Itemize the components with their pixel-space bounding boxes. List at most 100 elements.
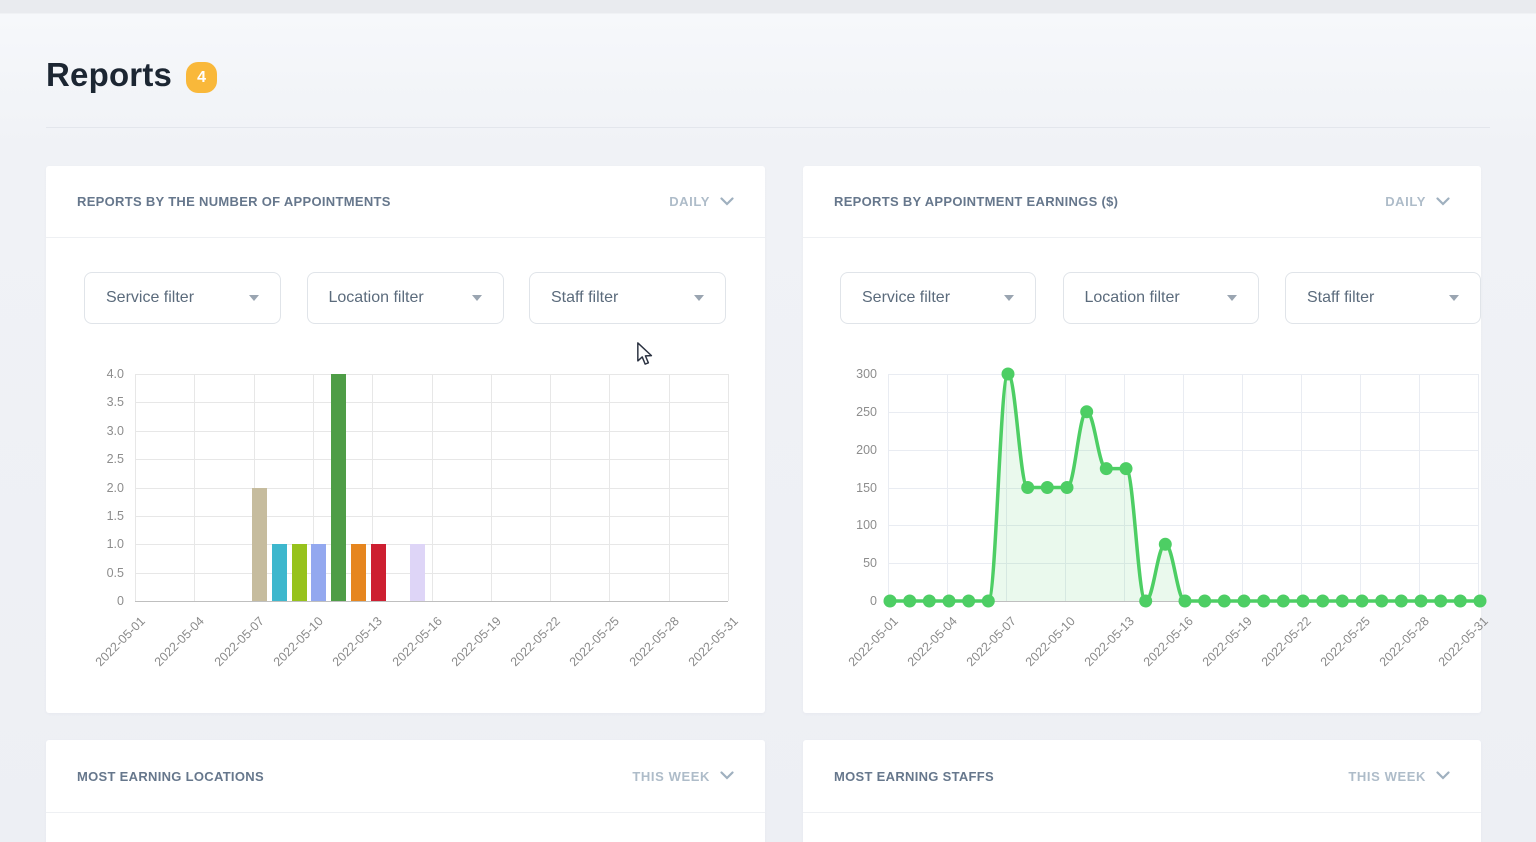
data-point: [1061, 481, 1074, 494]
gridline-vertical: [1419, 374, 1420, 601]
caret-down-icon: [694, 295, 704, 301]
staffs-card: MOST EARNING STAFFS THIS WEEK: [803, 740, 1481, 842]
appointments-filters: Service filter Location filter Staff fil…: [46, 272, 765, 324]
gridline-vertical: [1478, 374, 1479, 601]
earnings-range-dropdown[interactable]: DAILY: [1385, 193, 1450, 211]
caret-down-icon: [472, 295, 482, 301]
data-point: [943, 595, 956, 608]
chevron-down-icon: [720, 767, 734, 785]
data-point: [1198, 595, 1211, 608]
caret-down-icon: [1004, 295, 1014, 301]
data-point: [1179, 595, 1192, 608]
gridline-vertical: [1183, 374, 1184, 601]
data-point: [1434, 595, 1447, 608]
service-filter-dropdown[interactable]: Service filter: [84, 272, 281, 324]
bar: [410, 544, 425, 601]
y-axis-label: 100: [803, 517, 877, 533]
locations-range-label: THIS WEEK: [632, 769, 710, 784]
line-chart-canvas: [803, 364, 1103, 514]
data-point: [1120, 462, 1133, 475]
service-filter-dropdown[interactable]: Service filter: [840, 272, 1036, 324]
locations-card: MOST EARNING LOCATIONS THIS WEEK: [46, 740, 765, 842]
gridline-vertical: [1242, 374, 1243, 601]
service-filter-label: Service filter: [862, 289, 950, 307]
caret-down-icon: [1227, 295, 1237, 301]
bar: [272, 544, 287, 601]
bar: [311, 544, 326, 601]
bar: [371, 544, 386, 601]
data-point: [923, 595, 936, 608]
x-axis-line: [135, 601, 728, 602]
y-axis-label: 2.0: [46, 480, 124, 496]
appointments-range-label: DAILY: [669, 194, 710, 209]
staff-filter-label: Staff filter: [1307, 289, 1374, 307]
data-point: [1454, 595, 1467, 608]
data-point: [1336, 595, 1349, 608]
earnings-filters: Service filter Location filter Staff fil…: [803, 272, 1481, 324]
mouse-cursor: [636, 342, 653, 371]
gridline-vertical: [1301, 374, 1302, 601]
y-axis-label: 2.5: [46, 451, 124, 467]
earnings-line-chart: 3002502001501005002022-05-012022-05-0420…: [803, 364, 1481, 684]
data-point: [1297, 595, 1310, 608]
locations-card-header: MOST EARNING LOCATIONS THIS WEEK: [46, 740, 765, 813]
bar: [292, 544, 307, 601]
earnings-card: REPORTS BY APPOINTMENT EARNINGS ($) DAIL…: [803, 166, 1481, 713]
chevron-down-icon: [1436, 193, 1450, 211]
gridline-vertical: [491, 374, 492, 601]
data-point: [1080, 405, 1093, 418]
bar: [252, 488, 267, 602]
staffs-range-dropdown[interactable]: THIS WEEK: [1348, 767, 1450, 785]
appointments-range-dropdown[interactable]: DAILY: [669, 193, 734, 211]
appointments-card-header: REPORTS BY THE NUMBER OF APPOINTMENTS DA…: [46, 166, 765, 238]
y-axis-label: 3.0: [46, 423, 124, 439]
data-point: [1139, 595, 1152, 608]
data-point: [1218, 595, 1231, 608]
data-point: [1316, 595, 1329, 608]
data-point: [1277, 595, 1290, 608]
data-point: [1002, 368, 1015, 381]
gridline-vertical: [135, 374, 136, 601]
page-title: Reports: [46, 56, 172, 94]
staff-filter-dropdown[interactable]: Staff filter: [529, 272, 726, 324]
locations-card-title: MOST EARNING LOCATIONS: [77, 769, 264, 784]
y-axis-label: 4.0: [46, 366, 124, 382]
data-point: [1356, 595, 1369, 608]
data-point: [1159, 538, 1172, 551]
service-filter-label: Service filter: [106, 289, 194, 307]
data-point: [1375, 595, 1388, 608]
data-point: [962, 595, 975, 608]
reports-count-badge: 4: [186, 62, 217, 93]
y-axis-label: 0: [46, 593, 124, 609]
appointments-card: REPORTS BY THE NUMBER OF APPOINTMENTS DA…: [46, 166, 765, 713]
location-filter-dropdown[interactable]: Location filter: [307, 272, 504, 324]
location-filter-dropdown[interactable]: Location filter: [1063, 272, 1259, 324]
earnings-card-title: REPORTS BY APPOINTMENT EARNINGS ($): [834, 194, 1118, 209]
gridline-vertical: [432, 374, 433, 601]
data-point: [903, 595, 916, 608]
data-point: [1041, 481, 1054, 494]
y-axis-label: 0.5: [46, 565, 124, 581]
chevron-down-icon: [1436, 767, 1450, 785]
data-point: [884, 595, 897, 608]
y-axis-label: 1.5: [46, 508, 124, 524]
header-divider: [46, 127, 1490, 128]
location-filter-label: Location filter: [329, 289, 424, 307]
gridline-vertical: [728, 374, 729, 601]
earnings-card-header: REPORTS BY APPOINTMENT EARNINGS ($) DAIL…: [803, 166, 1481, 238]
y-axis-label: 0: [803, 593, 877, 609]
y-axis-label: 3.5: [46, 394, 124, 410]
staffs-card-title: MOST EARNING STAFFS: [834, 769, 994, 784]
bar: [351, 544, 366, 601]
locations-range-dropdown[interactable]: THIS WEEK: [632, 767, 734, 785]
staff-filter-dropdown[interactable]: Staff filter: [1285, 272, 1481, 324]
data-point: [982, 595, 995, 608]
earnings-range-label: DAILY: [1385, 194, 1426, 209]
staff-filter-label: Staff filter: [551, 289, 618, 307]
chevron-down-icon: [720, 193, 734, 211]
data-point: [1395, 595, 1408, 608]
data-point: [1257, 595, 1270, 608]
caret-down-icon: [249, 295, 259, 301]
gridline-vertical: [1360, 374, 1361, 601]
gridline-vertical: [609, 374, 610, 601]
